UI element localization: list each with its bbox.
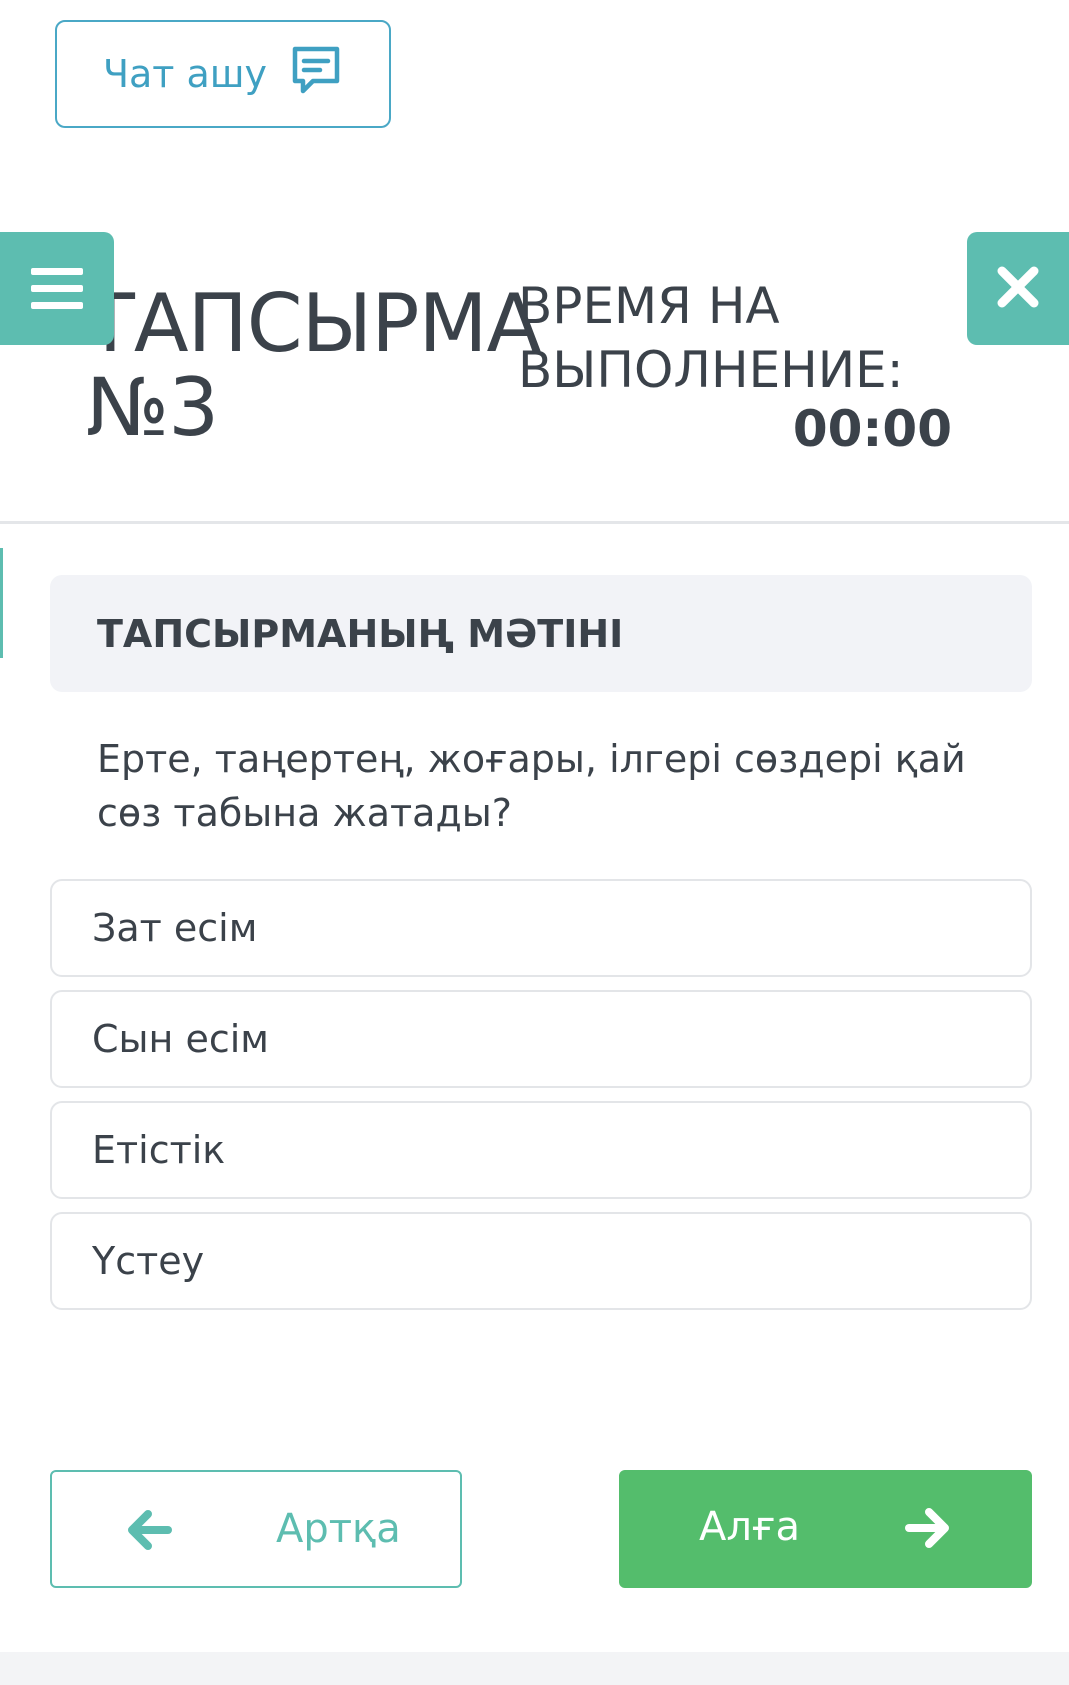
task-text-header: ТАПСЫРМАНЫҢ МӘТІНІ — [50, 575, 1032, 692]
bottom-bar — [0, 1652, 1069, 1685]
timer-label-line2: ВЫПОЛНЕНИЕ: — [518, 341, 904, 399]
open-chat-label: Чат ашу — [102, 52, 268, 96]
timer-value: 00:00 — [792, 400, 952, 458]
close-button[interactable] — [967, 232, 1069, 345]
answer-option-label: Сын есім — [92, 1017, 269, 1061]
answer-option-label: Зат есім — [92, 906, 258, 950]
back-label: Артқа — [276, 1506, 401, 1552]
menu-button[interactable] — [0, 232, 114, 345]
task-title-word: ТАПСЫРМА — [86, 277, 541, 370]
answer-option[interactable]: Сын есім — [50, 990, 1032, 1088]
answer-option[interactable]: Етістік — [50, 1101, 1032, 1199]
task-number: №3 — [86, 361, 219, 454]
open-chat-button[interactable]: Чат ашу — [55, 20, 391, 128]
question-text: Ерте, таңертең, жоғары, ілгері сөздері қ… — [97, 737, 966, 835]
arrow-right-icon — [905, 1508, 949, 1548]
arrow-left-icon — [128, 1510, 172, 1550]
next-button[interactable]: Алға — [619, 1470, 1032, 1588]
back-button[interactable]: Артқа — [50, 1470, 462, 1588]
close-icon — [996, 265, 1040, 313]
next-label: Алға — [699, 1504, 801, 1550]
answer-option-label: Үстеу — [92, 1239, 205, 1283]
hamburger-menu-icon — [31, 258, 83, 319]
timer-label: ВРЕМЯ НА ВЫПОЛНЕНИЕ: — [518, 274, 948, 402]
chat-icon — [289, 43, 343, 106]
task-title: ТАПСЫРМА №3 — [86, 277, 541, 454]
timer-label-line1: ВРЕМЯ НА — [518, 277, 780, 335]
left-edge-marker — [0, 548, 3, 658]
answer-option-label: Етістік — [92, 1128, 226, 1172]
answer-option[interactable]: Зат есім — [50, 879, 1032, 977]
header-divider — [0, 521, 1069, 524]
answer-option[interactable]: Үстеу — [50, 1212, 1032, 1310]
